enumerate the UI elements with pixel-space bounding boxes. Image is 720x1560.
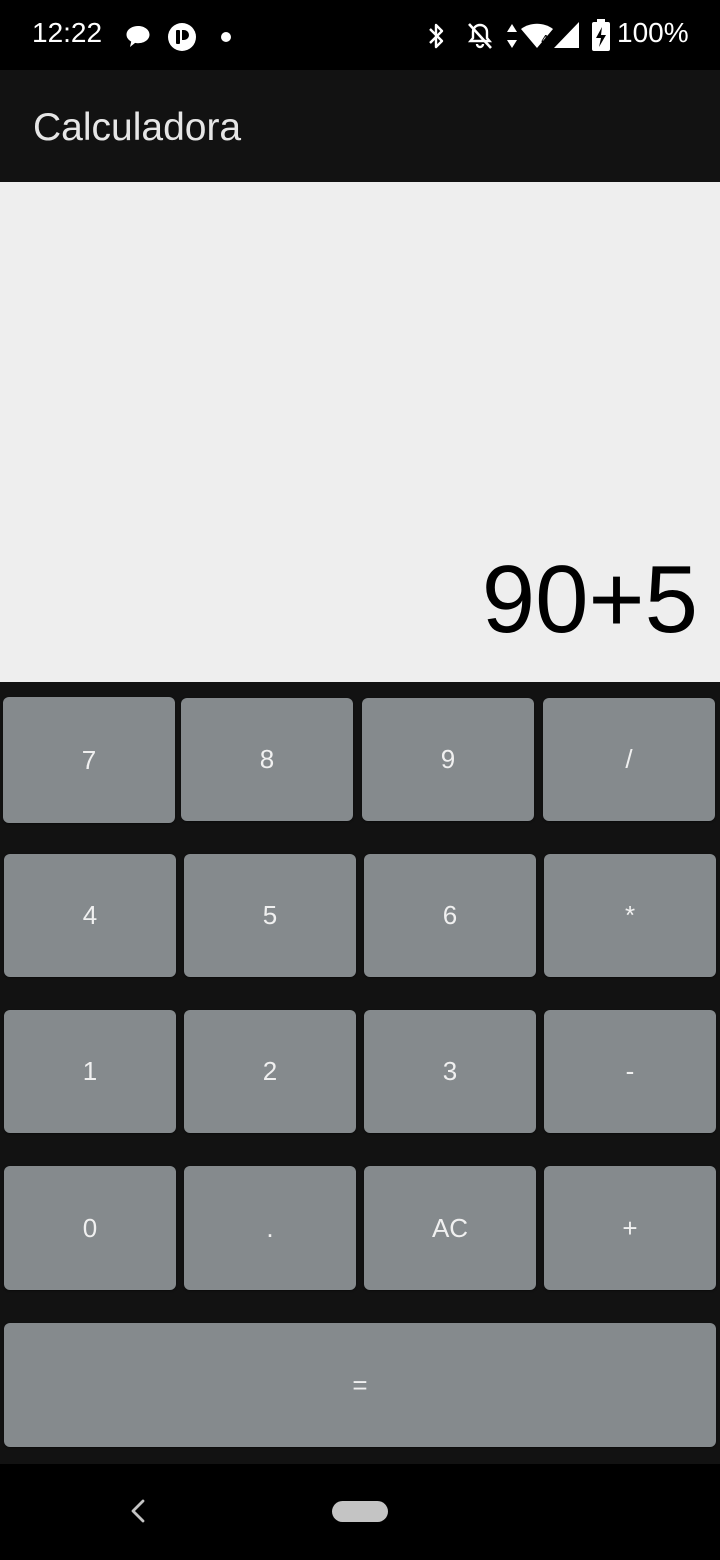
bluetooth-icon — [429, 23, 444, 49]
key-1[interactable]: 1 — [4, 1010, 176, 1133]
home-pill-icon[interactable] — [332, 1501, 388, 1522]
key-3[interactable]: 3 — [364, 1010, 536, 1133]
wifi-icon: 4 — [521, 23, 553, 48]
key-9[interactable]: 9 — [362, 698, 534, 821]
do-not-disturb-icon — [467, 23, 493, 49]
battery-percentage: 100% — [617, 17, 689, 48]
key-0[interactable]: 0 — [4, 1166, 176, 1290]
key-2[interactable]: 2 — [184, 1010, 356, 1133]
display-expression: 90+5 — [481, 546, 698, 653]
battery-charging-icon — [592, 19, 610, 51]
key-equals[interactable]: = — [4, 1323, 716, 1447]
back-icon[interactable] — [128, 1496, 150, 1526]
key-decimal[interactable]: . — [184, 1166, 356, 1290]
key-5[interactable]: 5 — [184, 854, 356, 977]
key-add[interactable]: + — [544, 1166, 716, 1290]
status-time: 12:22 — [32, 17, 103, 48]
key-clear[interactable]: AC — [364, 1166, 536, 1290]
svg-text:4: 4 — [541, 33, 549, 47]
key-multiply[interactable]: * — [544, 854, 716, 977]
notification-dot-icon — [221, 32, 231, 42]
app-title: Calculadora — [33, 106, 242, 149]
key-7[interactable]: 7 — [3, 697, 175, 823]
chat-icon — [126, 26, 150, 47]
data-arrows-icon — [507, 24, 517, 48]
signal-icon — [554, 22, 579, 48]
pocket-casts-icon — [168, 23, 196, 51]
status-bar — [0, 0, 720, 70]
key-4[interactable]: 4 — [4, 854, 176, 977]
key-6[interactable]: 6 — [364, 854, 536, 977]
key-8[interactable]: 8 — [181, 698, 353, 821]
key-subtract[interactable]: - — [544, 1010, 716, 1133]
key-divide[interactable]: / — [543, 698, 715, 821]
